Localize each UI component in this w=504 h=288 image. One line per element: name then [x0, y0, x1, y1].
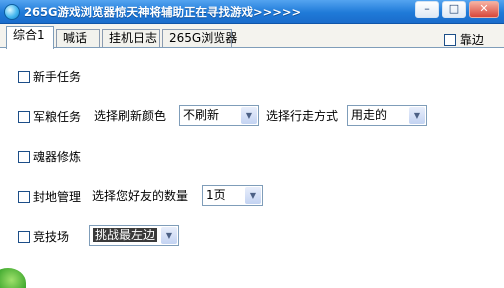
refresh-color-select[interactable]: 不刷新 ▼	[179, 105, 259, 126]
fief-management-option[interactable]: 封地管理	[18, 185, 81, 207]
army-supply-label: 军粮任务	[33, 109, 82, 124]
move-mode-select[interactable]: 用走的 ▼	[347, 105, 427, 126]
maximize-button[interactable]: □	[442, 1, 466, 18]
friend-count-value: 1页	[206, 188, 226, 202]
chevron-down-icon[interactable]: ▼	[241, 107, 257, 124]
arena-challenge-select[interactable]: 挑战最左边 ▼	[89, 225, 179, 246]
arena-label: 竞技场	[33, 229, 70, 244]
friend-count-select[interactable]: 1页 ▼	[202, 185, 263, 206]
tab-shout[interactable]: 喊话	[56, 29, 100, 48]
fief-management-checkbox[interactable]	[18, 190, 30, 203]
move-mode-value: 用走的	[351, 108, 388, 122]
army-supply-checkbox[interactable]	[18, 110, 30, 123]
soul-training-label: 魂器修炼	[33, 149, 82, 164]
soul-training-checkbox[interactable]	[18, 150, 30, 163]
friend-count-label: 选择您好友的数量	[92, 189, 189, 203]
window-title: 265G游戏浏览器惊天神将辅助正在寻找游戏>>>>>	[24, 5, 302, 19]
arena-option[interactable]: 竞技场	[18, 225, 69, 247]
newbie-task-option[interactable]: 新手任务	[18, 65, 81, 87]
soul-training-option[interactable]: 魂器修炼	[18, 145, 81, 167]
tab-idle-log[interactable]: 挂机日志	[102, 29, 160, 48]
dock-toggle[interactable]: 靠边	[444, 31, 484, 48]
tab-strip: 综合1 喊话 挂机日志 265G浏览器 靠边	[0, 24, 504, 49]
move-mode-label: 选择行走方式	[266, 109, 339, 123]
refresh-color-label: 选择刷新颜色	[94, 109, 167, 123]
title-bar: 265G游戏浏览器惊天神将辅助正在寻找游戏>>>>> – □ ✕	[0, 0, 504, 24]
tab-general[interactable]: 综合1	[6, 26, 54, 49]
minimize-button[interactable]: –	[415, 1, 439, 18]
dock-label: 靠边	[459, 33, 484, 47]
globe-icon	[4, 4, 20, 20]
arena-challenge-value: 挑战最左边	[93, 228, 158, 242]
army-supply-option[interactable]: 军粮任务	[18, 105, 81, 127]
chevron-down-icon[interactable]: ▼	[409, 107, 425, 124]
arena-checkbox[interactable]	[18, 230, 30, 243]
refresh-color-value: 不刷新	[183, 108, 220, 122]
newbie-task-label: 新手任务	[33, 69, 82, 84]
chevron-down-icon[interactable]: ▼	[245, 187, 261, 204]
dock-checkbox[interactable]	[444, 34, 456, 46]
close-button[interactable]: ✕	[469, 1, 499, 18]
newbie-task-checkbox[interactable]	[18, 70, 30, 83]
tab-browser[interactable]: 265G浏览器	[162, 29, 237, 48]
chevron-down-icon[interactable]: ▼	[161, 227, 177, 244]
fief-management-label: 封地管理	[33, 189, 82, 204]
